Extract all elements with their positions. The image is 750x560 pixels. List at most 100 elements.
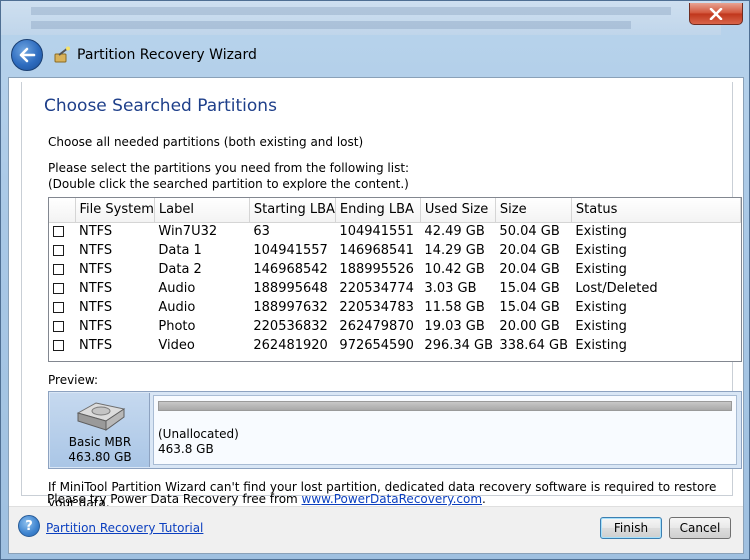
cell-size: 50.04 GB [499,224,560,240]
partition-table[interactable]: File System Label Starting LBA Ending LB… [48,197,742,362]
column-header-used-size[interactable]: Used Size [420,198,496,223]
partition-name: (Unallocated) [158,427,239,441]
row-checkbox[interactable] [53,245,64,256]
cell-size: 15.04 GB [499,300,560,315]
cell-used-size: 296.34 GB [424,338,494,353]
notice-suffix: . [482,492,486,506]
cell-status: Existing [575,262,627,277]
cell-status: Existing [575,224,627,240]
window-title: Partition Recovery Wizard [77,47,257,63]
cell-used-size: 42.49 GB [424,224,485,240]
row-checkbox[interactable] [53,321,64,332]
cell-ending-lba: 220534774 [339,281,414,296]
cell-size: 338.64 GB [499,338,569,353]
cell-status: Existing [575,338,627,353]
cell-label: Audio [158,281,196,296]
cell-ending-lba: 188995526 [339,262,414,277]
cell-used-size: 14.29 GB [424,243,485,258]
cell-starting-lba: 104941557 [253,243,328,258]
cell-status: Existing [575,319,627,334]
disk-tile[interactable]: Basic MBR 463.80 GB [50,393,150,467]
row-checkbox[interactable] [53,283,64,294]
table-row[interactable]: NTFS Data 1 104941557 146968541 14.29 GB… [49,241,741,260]
cell-size: 15.04 GB [499,281,560,296]
cell-starting-lba: 188997632 [253,300,328,315]
cell-ending-lba: 146968541 [339,243,414,258]
column-header-starting-lba[interactable]: Starting LBA [249,198,336,223]
cell-file-system: NTFS [79,300,113,315]
background-window-row [31,7,671,15]
cell-ending-lba: 220534783 [339,300,414,315]
table-header-row: File System Label Starting LBA Ending LB… [49,198,742,223]
table-row[interactable]: NTFS Win7U32 63 104941551 42.49 GB 50.04… [49,222,741,241]
recovery-notice-line-2: Please try Power Data Recovery free from… [47,491,486,507]
column-header-file-system[interactable]: File System [75,198,155,223]
arrow-left-icon [19,47,36,63]
partition-tile-unallocated[interactable]: (Unallocated) 463.8 GB [153,395,737,465]
cell-starting-lba: 63 [253,224,270,240]
cell-used-size: 19.03 GB [424,319,485,334]
column-header-size[interactable]: Size [495,198,572,223]
cell-label: Data 1 [158,243,202,258]
cancel-button[interactable]: Cancel [669,517,731,539]
cell-used-size: 3.03 GB [424,281,477,296]
content-panel: Choose Searched Partitions Choose all ne… [21,82,742,510]
table-row[interactable]: NTFS Audio 188995648 220534774 3.03 GB 1… [49,279,741,298]
cell-file-system: NTFS [79,338,113,353]
cell-starting-lba: 146968542 [253,262,328,277]
table-row[interactable]: NTFS Data 2 146968542 188995526 10.42 GB… [49,260,741,279]
wizard-footer: ? Partition Recovery Tutorial Finish Can… [9,506,743,553]
partition-usage-bar [158,401,732,411]
instruction-line-1: Please select the partitions you need fr… [48,161,410,175]
table-row[interactable]: NTFS Video 262481920 972654590 296.34 GB… [49,336,741,355]
title-bar: Partition Recovery Wizard [7,33,745,77]
power-data-recovery-link[interactable]: www.PowerDataRecovery.com [302,492,482,506]
help-icon[interactable]: ? [18,515,40,537]
row-checkbox[interactable] [53,264,64,275]
cell-starting-lba: 262481920 [253,338,328,353]
row-checkbox[interactable] [53,226,64,238]
table-row[interactable]: NTFS Photo 220536832 262479870 19.03 GB … [49,317,741,336]
preview-label: Preview: [48,373,99,387]
cell-size: 20.04 GB [499,262,560,277]
subtitle: Choose all needed partitions (both exist… [48,135,364,149]
table-row[interactable]: NTFS Audio 188997632 220534783 11.58 GB … [49,298,741,317]
disk-size: 463.80 GB [68,450,132,464]
cell-ending-lba: 262479870 [339,319,414,334]
close-button[interactable] [689,3,743,25]
cell-status: Lost/Deleted [575,281,658,296]
cell-label: Audio [158,300,196,315]
finish-button[interactable]: Finish [600,517,662,539]
row-checkbox[interactable] [53,340,64,351]
cell-status: Existing [575,243,627,258]
cell-label: Video [158,338,195,353]
column-header-checkbox[interactable] [49,198,76,223]
cell-file-system: NTFS [79,319,113,334]
cell-file-system: NTFS [79,243,113,258]
background-window-row [31,21,631,29]
column-header-ending-lba[interactable]: Ending LBA [335,198,421,223]
cell-label: Photo [158,319,196,334]
column-header-status[interactable]: Status [571,198,742,223]
wizard-client-area: Choose Searched Partitions Choose all ne… [8,77,744,554]
cell-starting-lba: 220536832 [253,319,328,334]
partition-size: 463.8 GB [158,442,214,456]
cell-status: Existing [575,300,627,315]
back-button[interactable] [11,39,43,71]
close-icon [709,7,723,20]
column-header-label[interactable]: Label [154,198,250,223]
hard-disk-icon [76,402,126,431]
cell-file-system: NTFS [79,224,113,240]
cell-ending-lba: 972654590 [339,338,414,353]
cell-size: 20.04 GB [499,243,560,258]
disk-type: Basic MBR [68,435,132,449]
cell-used-size: 11.58 GB [424,300,485,315]
notice-prefix: Please try Power Data Recovery free from [47,492,302,506]
cell-starting-lba: 188995648 [253,281,328,296]
row-checkbox[interactable] [53,302,64,313]
instruction-line-2: (Double click the searched partition to … [48,177,409,191]
wizard-wand-icon [54,46,70,63]
cell-ending-lba: 104941551 [339,224,414,240]
partition-recovery-tutorial-link[interactable]: Partition Recovery Tutorial [46,521,203,535]
cell-size: 20.00 GB [499,319,560,334]
